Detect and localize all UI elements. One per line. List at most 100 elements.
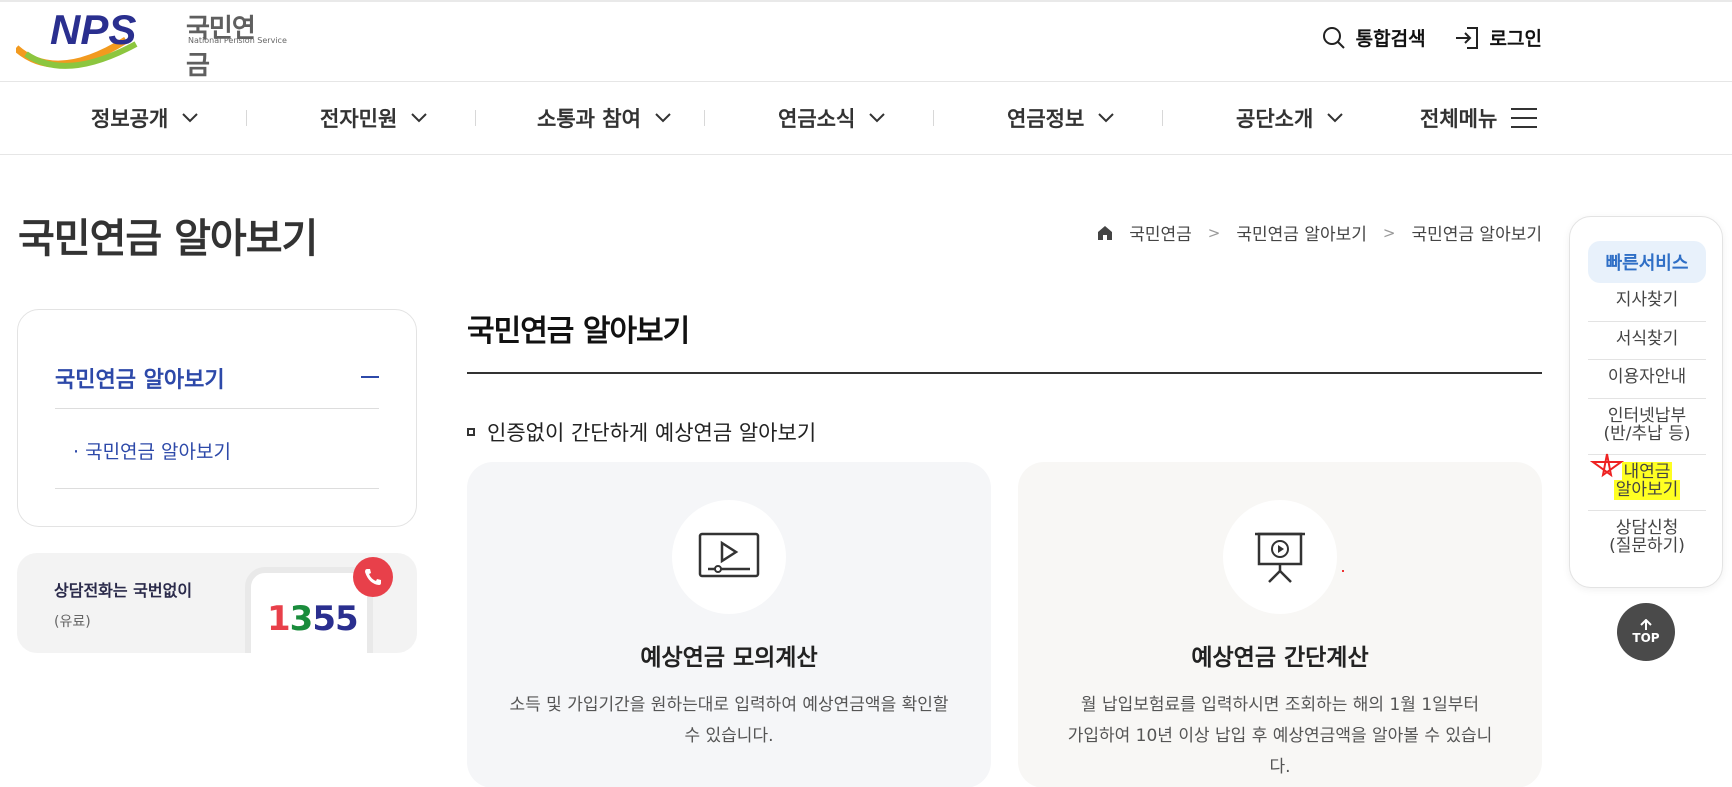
card-desc-line: 월 납입보험료를 입력하시면 조회하는 해의 1월 1일부터: [1080, 695, 1480, 715]
gnb-item-about[interactable]: 공단소개: [1236, 82, 1343, 154]
login-icon: [1455, 26, 1478, 49]
utility-menu: 통합검색 로그인: [1322, 24, 1542, 51]
lnb-title[interactable]: 국민연금 알아보기: [55, 362, 379, 394]
chevron-down-icon: [182, 113, 198, 123]
quick-item-label: (반/추납 등): [1603, 424, 1691, 444]
video-play-icon: [672, 500, 786, 614]
gnb-divider: [933, 110, 934, 126]
gnb-divider: [475, 110, 476, 126]
gnb-item-label: 연금소식: [778, 107, 856, 131]
gnb-item-label: 공단소개: [1236, 107, 1314, 131]
chevron-right-icon: >: [1207, 223, 1221, 242]
gnb-item-label: 정보공개: [91, 107, 169, 131]
chevron-down-icon: [1098, 113, 1114, 123]
gnb-item-info[interactable]: 정보공개: [91, 82, 198, 154]
annotation-dot: [1342, 570, 1344, 572]
breadcrumb-item[interactable]: 국민연금 알아보기: [1411, 220, 1542, 245]
divider: [1588, 321, 1706, 322]
card-title: 예상연금 모의계산: [640, 645, 818, 671]
chevron-down-icon: [1327, 113, 1343, 123]
section-heading-text: 인증없이 간단하게 예상연금 알아보기: [487, 421, 817, 445]
divider: [1588, 398, 1706, 399]
logo-korean-text: 국민연금: [186, 14, 256, 81]
divider: [55, 488, 379, 489]
arrow-up-icon: [1640, 619, 1652, 630]
top-label: TOP: [1632, 631, 1660, 645]
card-description: 월 납입보험료를 입력하시면 조회하는 해의 1월 1일부터 가입하여 10년 …: [1058, 690, 1502, 783]
gnb-item-communication[interactable]: 소통과 참여: [537, 82, 671, 154]
breadcrumb-item[interactable]: 국민연금 알아보기: [1236, 220, 1367, 245]
lnb-sub-item-label: 국민연금 알아보기: [85, 441, 231, 463]
content-title: 국민연금 알아보기: [467, 314, 690, 349]
divider: [1588, 510, 1706, 511]
global-navigation: 정보공개 전자민원 소통과 참여 연금소식 연금정보 공단소개 전체메뉴: [0, 81, 1732, 155]
card-title: 예상연금 간단계산: [1191, 645, 1369, 671]
card-desc-line: 수 있습니다.: [684, 726, 774, 746]
nps-logo[interactable]: NPS 국민연금 National Pension Service: [16, 4, 287, 81]
gnb-item-pension-news[interactable]: 연금소식: [778, 82, 885, 154]
call-number: 1355: [267, 599, 359, 639]
site-header: NPS 국민연금 National Pension Service 통합검색 로…: [0, 0, 1732, 82]
breadcrumb: 국민연금 > 국민연금 알아보기 > 국민연금 알아보기: [1097, 220, 1542, 245]
chevron-down-icon: [411, 113, 427, 123]
chevron-down-icon: [655, 113, 671, 123]
quick-service-panel: 빠른서비스 지사찾기 서식찾기 이용자안내 인터넷납부 (반/추납 등) 내연금…: [1569, 216, 1723, 588]
gnb-item-label: 소통과 참여: [537, 107, 641, 131]
search-icon: [1322, 26, 1345, 49]
hamburger-icon: [1511, 108, 1538, 128]
quick-item-label: 이용자안내: [1607, 367, 1687, 387]
gnb-item-label: 전자민원: [320, 107, 398, 131]
svg-text:NPS: NPS: [50, 6, 136, 53]
gnb-item-pension-info[interactable]: 연금정보: [1007, 82, 1114, 154]
search-button[interactable]: 통합검색: [1322, 24, 1426, 51]
call-banner-title: 상담전화는 국번없이: [54, 581, 193, 600]
call-center-banner[interactable]: 상담전화는 국번없이 (유료) 1355: [17, 553, 417, 653]
divider: [1588, 359, 1706, 360]
quick-item-label: 상담신청: [1615, 518, 1679, 538]
card-description: 소득 및 가입기간을 원하는대로 입력하여 예상연금액을 확인할 수 있습니다.: [507, 690, 951, 752]
gnb-item-label: 연금정보: [1007, 107, 1085, 131]
gnb-divider: [704, 110, 705, 126]
quick-item-label: 인터넷납부: [1607, 406, 1687, 426]
quick-item-user-guide[interactable]: 이용자안내: [1588, 368, 1706, 386]
scroll-top-button[interactable]: TOP: [1617, 603, 1675, 661]
quick-item-label: 내연금: [1621, 462, 1673, 482]
breadcrumb-item[interactable]: 국민연금: [1129, 220, 1192, 245]
title-rule: [467, 372, 1542, 374]
divider: [55, 408, 379, 409]
lnb-sub-item[interactable]: · 국민연금 알아보기: [73, 437, 231, 464]
local-navigation: 국민연금 알아보기 · 국민연금 알아보기: [17, 309, 417, 527]
all-menu-label: 전체메뉴: [1420, 107, 1498, 131]
quick-item-label: 알아보기: [1613, 480, 1681, 500]
card-desc-line: 소득 및 가입기간을 원하는대로 입력하여 예상연금액을 확인할: [509, 695, 949, 715]
search-label: 통합검색: [1355, 28, 1426, 50]
home-icon[interactable]: [1097, 225, 1113, 241]
quick-item-label: (질문하기): [1609, 536, 1685, 556]
lnb-title-label: 국민연금 알아보기: [55, 368, 225, 393]
login-label: 로그인: [1489, 28, 1542, 50]
quick-item-consultation[interactable]: 상담신청 (질문하기): [1588, 519, 1706, 555]
phone-call-icon: [353, 557, 393, 597]
quick-item-internet-payment[interactable]: 인터넷납부 (반/추납 등): [1588, 407, 1706, 443]
page-title: 국민연금 알아보기: [18, 216, 318, 262]
square-bullet-icon: [467, 428, 475, 436]
quick-item-my-pension[interactable]: 내연금 알아보기: [1588, 462, 1706, 500]
card-desc-line: 가입하여 10년 이상 납입 후 예상연금액을 알아볼 수 있습니다.: [1067, 726, 1493, 777]
chevron-right-icon: >: [1382, 223, 1396, 242]
quick-item-branch-finder[interactable]: 지사찾기: [1588, 291, 1706, 309]
presentation-play-icon: [1223, 500, 1337, 614]
card-simple-calc[interactable]: 예상연금 간단계산 월 납입보험료를 입력하시면 조회하는 해의 1월 1일부터…: [1018, 462, 1542, 787]
gnb-item-e-civil[interactable]: 전자민원: [320, 82, 427, 154]
quick-item-label: 지사찾기: [1615, 290, 1679, 310]
quick-service-title: 빠른서비스: [1588, 241, 1706, 283]
gnb-divider: [246, 110, 247, 126]
section-heading: 인증없이 간단하게 예상연금 알아보기: [467, 417, 816, 447]
card-simulation-calc[interactable]: 예상연금 모의계산 소득 및 가입기간을 원하는대로 입력하여 예상연금액을 확…: [467, 462, 991, 787]
call-banner-sub: (유료): [54, 614, 91, 630]
gnb-divider: [1162, 110, 1163, 126]
quick-item-form-finder[interactable]: 서식찾기: [1588, 330, 1706, 348]
all-menu-button[interactable]: 전체메뉴: [1420, 82, 1538, 154]
nps-logo-mark: NPS: [16, 6, 138, 69]
collapse-icon: [361, 376, 379, 378]
login-button[interactable]: 로그인: [1454, 24, 1542, 51]
